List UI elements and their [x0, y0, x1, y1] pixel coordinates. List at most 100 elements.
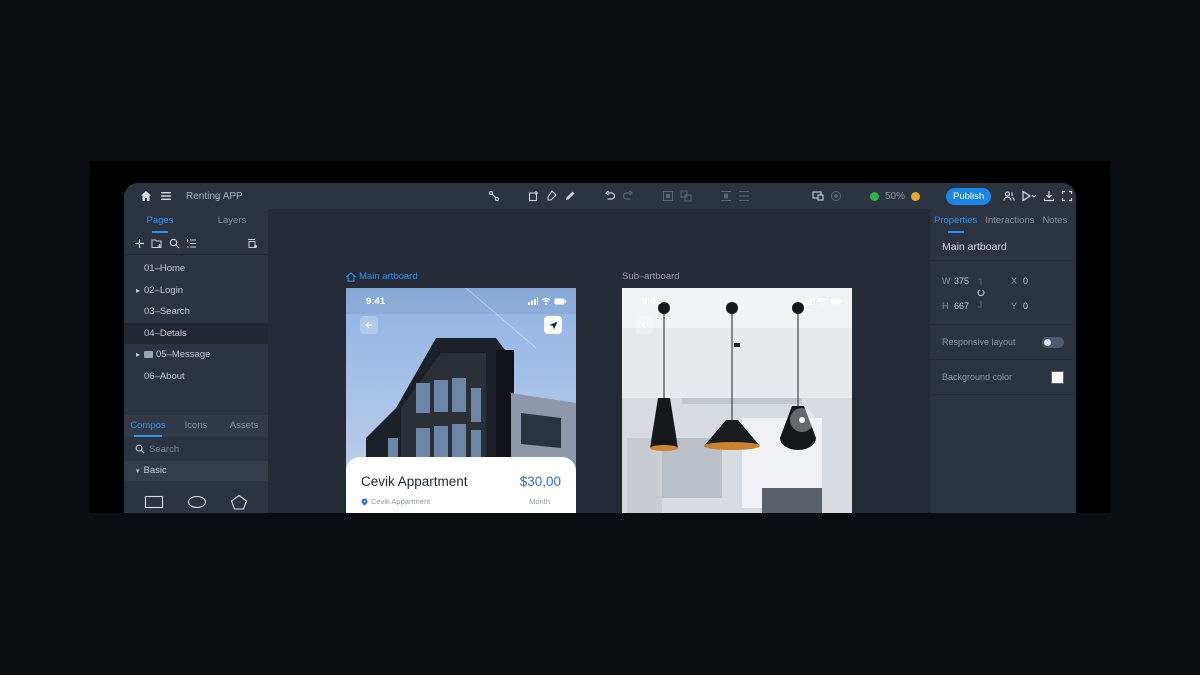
add-page-icon[interactable]	[134, 238, 145, 249]
components-panel: Compos Icons Assets Search ▾ Basic	[124, 415, 268, 513]
dimensions-section: W 375 H 667 X 0 Y 0	[930, 261, 1076, 325]
tab-pages[interactable]: Pages	[124, 209, 196, 233]
sub-artboard[interactable]: 9:41	[622, 288, 852, 513]
selected-element-title: Main artboard	[930, 233, 1076, 261]
device-preview-icon[interactable]	[812, 190, 824, 202]
background-color-row: Background color	[930, 360, 1076, 395]
width-field[interactable]: 375	[954, 276, 969, 286]
left-panel: Pages Layers 01–Home ▸ 02–Login 03–Searc…	[124, 209, 268, 513]
zoom-in-icon[interactable]	[911, 191, 921, 201]
tab-interactions[interactable]: Interactions	[981, 209, 1038, 233]
menu-icon[interactable]	[160, 190, 172, 202]
play-icon[interactable]	[1021, 190, 1037, 202]
background-color-swatch[interactable]	[1051, 370, 1064, 384]
search-icon	[135, 444, 145, 454]
height-label: H	[942, 301, 949, 311]
group-icon[interactable]	[662, 190, 674, 202]
ellipse-shape-icon[interactable]	[187, 495, 207, 514]
fullscreen-icon[interactable]	[1061, 190, 1073, 202]
y-field[interactable]: 0	[1023, 301, 1028, 311]
zoom-out-icon[interactable]	[870, 191, 879, 201]
status-bar: 9:41	[346, 288, 576, 314]
signal-icon	[804, 297, 814, 305]
back-button[interactable]	[360, 316, 378, 334]
main-artboard-label[interactable]: Main artboard	[346, 271, 418, 282]
tab-assets[interactable]: Assets	[220, 415, 268, 437]
download-icon[interactable]	[1043, 190, 1055, 202]
share-users-icon[interactable]	[1003, 190, 1015, 202]
main-artboard[interactable]: 9:41 Cevik Appartment $30,00 Cevik Appar…	[346, 288, 576, 513]
status-bar: 9:41	[622, 288, 852, 314]
wifi-icon	[817, 297, 827, 305]
basic-shapes	[124, 481, 268, 513]
lock-ratio-icon[interactable]	[976, 277, 986, 311]
responsive-layout-toggle[interactable]	[1042, 336, 1064, 348]
page-item-home[interactable]: 01–Home	[124, 258, 268, 280]
responsive-layout-row: Responsive layout	[930, 325, 1076, 360]
ungroup-icon[interactable]	[680, 190, 692, 202]
design-app-window: Renting APP 50% Publish Pages Layers 01–…	[124, 183, 1076, 513]
right-tabs: Properties Interactions Notes	[930, 209, 1076, 233]
page-item-about[interactable]: 06–About	[124, 366, 268, 388]
tab-notes[interactable]: Notes	[1038, 209, 1071, 233]
expand-caret-icon[interactable]: ▸	[136, 280, 140, 302]
navigation-icon	[549, 321, 557, 329]
expand-caret-icon[interactable]: ▸	[136, 344, 140, 366]
arrow-left-icon	[641, 321, 648, 329]
property-location: Cevik Appartment	[361, 497, 430, 506]
page-label: 01–Home	[144, 263, 186, 274]
components-search[interactable]: Search	[124, 437, 268, 461]
page-settings-icon[interactable]	[247, 238, 258, 249]
publish-button[interactable]: Publish	[946, 187, 992, 205]
frame-tool-icon[interactable]	[528, 190, 540, 202]
tab-compos[interactable]: Compos	[124, 415, 172, 437]
height-field[interactable]: 667	[954, 301, 969, 311]
page-item-details[interactable]: 04–Detals	[124, 322, 268, 344]
right-panel: Properties Interactions Notes Main artbo…	[930, 209, 1076, 513]
page-item-search[interactable]: 03–Search	[124, 301, 268, 323]
path-tool-icon[interactable]	[488, 190, 500, 202]
list-order-icon[interactable]	[186, 238, 197, 249]
search-icon[interactable]	[169, 238, 180, 249]
page-label: 02–Login	[144, 284, 184, 296]
background-color-label: Background color	[942, 372, 1013, 382]
page-item-message[interactable]: ▸ 05–Message	[124, 344, 268, 366]
basic-group-header[interactable]: ▾ Basic	[124, 461, 268, 481]
back-button[interactable]	[636, 316, 654, 334]
tab-icons[interactable]: Icons	[172, 415, 220, 437]
price-unit: Month	[529, 497, 550, 506]
page-item-login[interactable]: ▸ 02–Login	[124, 280, 268, 302]
undo-icon[interactable]	[604, 190, 616, 202]
project-title: Renting APP	[186, 190, 243, 202]
tab-layers[interactable]: Layers	[196, 209, 268, 233]
x-field[interactable]: 0	[1023, 276, 1028, 286]
arrow-left-icon	[365, 321, 372, 329]
navigate-button[interactable]	[544, 316, 562, 334]
wifi-icon	[541, 297, 551, 305]
home-icon	[346, 271, 356, 282]
width-label: W	[942, 276, 951, 286]
pentagon-shape-icon[interactable]	[230, 494, 248, 514]
add-folder-icon[interactable]	[151, 238, 163, 249]
battery-icon	[554, 298, 566, 304]
page-label: 06–About	[144, 370, 185, 382]
search-input[interactable]: Search	[149, 444, 179, 455]
pen-tool-icon[interactable]	[546, 190, 558, 202]
page-label: 03–Search	[144, 306, 190, 317]
distribute-icon[interactable]	[738, 190, 750, 202]
target-icon[interactable]	[830, 190, 842, 202]
rectangle-shape-icon[interactable]	[144, 495, 164, 514]
property-price: $30,00	[519, 474, 561, 489]
home-icon[interactable]	[140, 190, 152, 202]
design-canvas[interactable]: Main artboard Sub–artboard 9:41 Cevik Ap…	[268, 209, 930, 513]
pencil-tool-icon[interactable]	[564, 190, 576, 202]
property-card[interactable]: Cevik Appartment $30,00 Cevik Appartment…	[346, 457, 576, 513]
align-vertical-icon[interactable]	[720, 190, 732, 202]
components-tabs: Compos Icons Assets	[124, 415, 268, 437]
sub-artboard-label[interactable]: Sub–artboard	[622, 271, 680, 282]
group-label: Basic	[143, 465, 167, 476]
redo-icon[interactable]	[622, 190, 634, 202]
y-label: Y	[1011, 301, 1018, 311]
tab-properties[interactable]: Properties	[930, 209, 981, 233]
property-name: Cevik Appartment	[361, 474, 468, 489]
